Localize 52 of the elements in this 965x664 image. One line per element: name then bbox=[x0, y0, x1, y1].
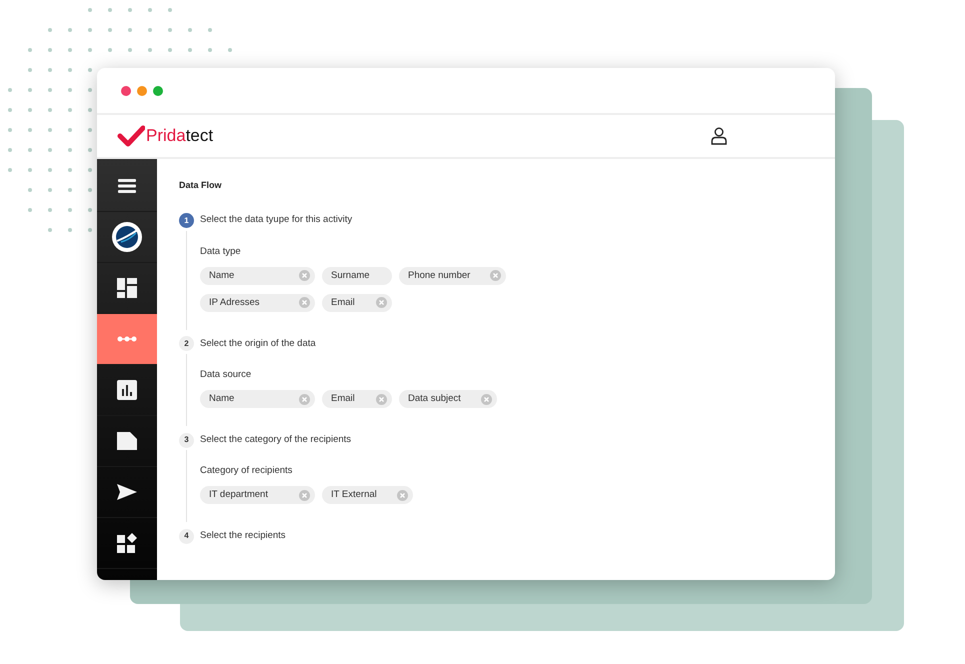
field-label: Category of recipients bbox=[200, 464, 294, 478]
remove-icon[interactable] bbox=[480, 394, 492, 404]
tag-chip[interactable]: Name bbox=[200, 266, 315, 285]
tag-chip[interactable]: Email bbox=[322, 294, 392, 312]
tag-label: Email bbox=[331, 392, 356, 406]
tag-chip[interactable]: Name bbox=[200, 390, 315, 408]
menu-icon bbox=[118, 179, 136, 193]
tag-label: IT External bbox=[331, 488, 377, 502]
tag-label: IT department bbox=[209, 488, 269, 502]
tag-label: IP Adresses bbox=[209, 296, 261, 310]
remove-icon[interactable] bbox=[299, 297, 310, 308]
widgets-icon bbox=[117, 533, 137, 553]
step-number: 1 bbox=[179, 213, 194, 228]
user-icon[interactable] bbox=[711, 127, 727, 145]
step-number: 3 bbox=[179, 432, 194, 448]
remove-icon[interactable] bbox=[376, 297, 387, 308]
step-title: Select the recipients bbox=[200, 529, 286, 544]
step-title: Select the data tyupe for this activity bbox=[200, 213, 352, 228]
tag-label: Surname bbox=[331, 268, 371, 283]
tag-chip[interactable]: IP Adresses bbox=[200, 294, 315, 312]
tag-chip[interactable]: IT department bbox=[200, 486, 315, 504]
remove-icon[interactable] bbox=[299, 270, 310, 282]
tag-label: Name bbox=[209, 392, 236, 406]
step-title: Select the category of the recipients bbox=[200, 432, 352, 447]
page-title: Data Flow bbox=[179, 179, 223, 192]
tag-chip[interactable]: Phone number bbox=[399, 266, 506, 285]
tag-chip[interactable]: IT External bbox=[322, 486, 413, 504]
field-label: Data source bbox=[200, 368, 252, 382]
remove-icon[interactable] bbox=[396, 490, 408, 501]
tag-label: Data subject bbox=[408, 392, 461, 406]
send-icon bbox=[117, 484, 137, 500]
tag-label: Phone number bbox=[408, 268, 470, 283]
tag-label: Email bbox=[331, 296, 356, 310]
field-label: Data type bbox=[200, 244, 242, 258]
step-number: 4 bbox=[179, 528, 194, 544]
remove-icon[interactable] bbox=[490, 270, 502, 282]
tag-label: Name bbox=[209, 268, 236, 283]
globe-icon bbox=[112, 222, 142, 252]
brand-name: Pridatect bbox=[146, 125, 214, 148]
tag-chip[interactable]: Surname bbox=[322, 266, 392, 285]
document-icon bbox=[117, 432, 137, 450]
remove-icon[interactable] bbox=[299, 394, 310, 404]
remove-icon[interactable] bbox=[299, 490, 310, 501]
dots-icon bbox=[117, 336, 137, 342]
checkmark-logo-icon bbox=[117, 125, 145, 147]
step-title: Select the origin of the data bbox=[200, 336, 316, 351]
chart-icon bbox=[117, 380, 137, 400]
tag-chip[interactable]: Email bbox=[322, 390, 392, 408]
remove-icon[interactable] bbox=[376, 394, 387, 404]
dashboard-icon bbox=[117, 278, 137, 298]
step-number: 2 bbox=[179, 336, 194, 352]
tag-chip[interactable]: Data subject bbox=[399, 390, 497, 408]
